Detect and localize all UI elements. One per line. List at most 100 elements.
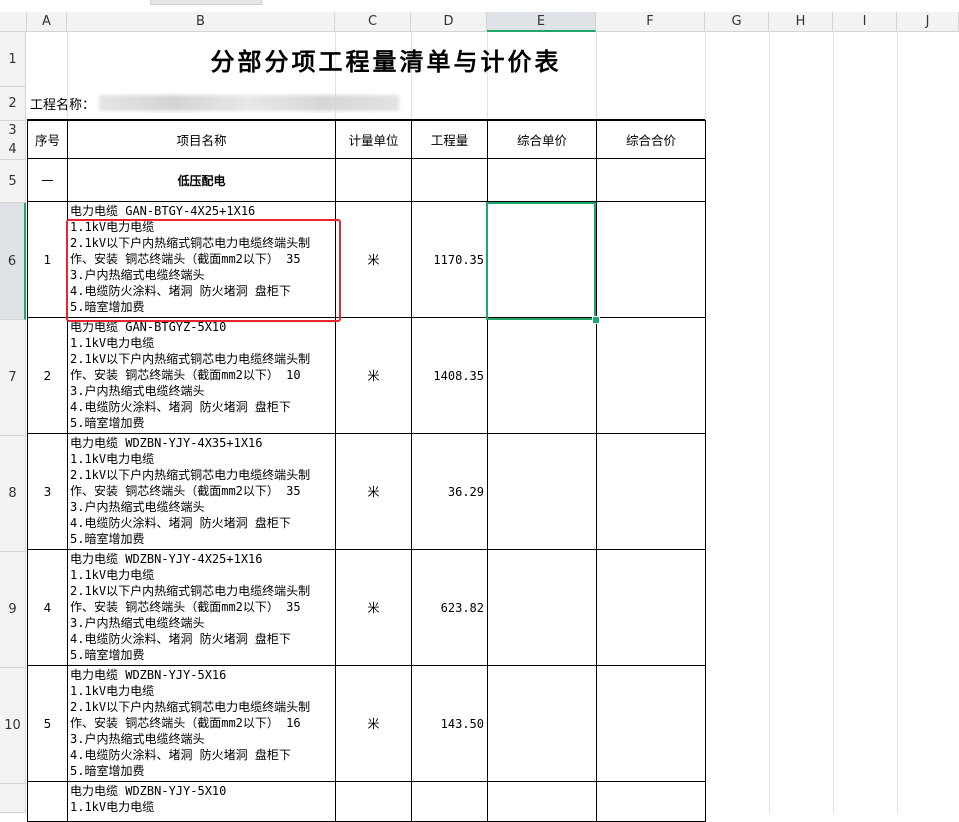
row-header-1[interactable]: 1 — [0, 32, 26, 87]
column-header-i[interactable]: I — [833, 12, 897, 32]
redacted-project-name — [99, 95, 400, 111]
item-line: 3.户内热缩式电缆终端头 — [70, 732, 205, 746]
item-line: 电力电缆 WDZBN-YJY-5X10 — [70, 784, 227, 798]
column-header-a[interactable]: A — [27, 12, 67, 32]
item-seq[interactable]: 4 — [27, 549, 68, 666]
item-line: 电力电缆 WDZBN-YJY-5X16 — [70, 668, 227, 682]
column-header-g[interactable]: G — [705, 12, 769, 32]
item-unit[interactable]: 米 — [335, 665, 412, 782]
item-description[interactable]: 电力电缆 WDZBN-YJY-5X10 1.1kV电力电缆 — [67, 781, 336, 822]
header-item-name[interactable]: 项目名称 — [67, 120, 336, 159]
fill-handle[interactable] — [592, 316, 600, 324]
item-line: 5.暗室增加费 — [70, 532, 145, 546]
item-quantity[interactable]: 1170.35 — [411, 201, 488, 318]
item-unit-price-cell[interactable] — [487, 781, 597, 822]
header-seq[interactable]: 序号 — [27, 120, 68, 159]
item-seq[interactable] — [27, 781, 68, 822]
item-unit[interactable] — [335, 781, 412, 822]
row-header-3-4[interactable]: 3 4 — [0, 121, 26, 160]
item-unit-price-cell[interactable] — [487, 433, 597, 550]
row-header-4[interactable]: 4 — [8, 142, 16, 157]
header-quantity[interactable]: 工程量 — [411, 120, 488, 159]
item-total-price-cell[interactable] — [596, 317, 706, 434]
item-quantity[interactable]: 1408.35 — [411, 317, 488, 434]
sheet-tab-fragment[interactable] — [150, 0, 262, 5]
column-header-d[interactable]: D — [411, 12, 487, 32]
item-seq[interactable]: 1 — [27, 201, 68, 318]
item-total-price-cell[interactable] — [596, 549, 706, 666]
row-header-6[interactable]: 6 — [0, 203, 26, 320]
column-header-e[interactable]: E — [487, 12, 596, 32]
row-header-3[interactable]: 3 — [8, 123, 16, 138]
item-seq[interactable]: 2 — [27, 317, 68, 434]
item-line: 4.电缆防火涂料、堵洞 防火堵洞 盘柜下 — [70, 748, 291, 762]
item-line: 5.暗室增加费 — [70, 648, 145, 662]
item-line: 1.1kV电力电缆 — [70, 336, 155, 350]
item-line: 2.1kV以下户内热缩式铜芯电力电缆终端头制 — [70, 700, 311, 714]
item-line: 作、安装 铜芯终端头（截面mm2以下） 35 — [70, 600, 301, 614]
row-header-7[interactable]: 7 — [0, 320, 26, 436]
window-top-strip — [0, 0, 959, 12]
item-line: 5.暗室增加费 — [70, 416, 145, 430]
item-unit[interactable]: 米 — [335, 549, 412, 666]
item-line: 3.户内热缩式电缆终端头 — [70, 616, 205, 630]
item-line: 4.电缆防火涂料、堵洞 防火堵洞 盘柜下 — [70, 632, 291, 646]
item-unit[interactable]: 米 — [335, 433, 412, 550]
item-quantity[interactable] — [411, 781, 488, 822]
empty-cell[interactable] — [596, 158, 706, 202]
select-all-corner[interactable] — [0, 12, 27, 32]
row-header-5[interactable]: 5 — [0, 160, 26, 203]
item-quantity[interactable]: 623.82 — [411, 549, 488, 666]
item-line: 3.户内热缩式电缆终端头 — [70, 384, 205, 398]
item-line: 2.1kV以下户内热缩式铜芯电力电缆终端头制 — [70, 352, 311, 366]
row-header-11[interactable] — [0, 784, 26, 813]
empty-cell[interactable] — [487, 87, 705, 120]
row-header-9[interactable]: 9 — [0, 552, 26, 668]
section-name[interactable]: 低压配电 — [67, 158, 336, 202]
column-header-h[interactable]: H — [769, 12, 833, 32]
header-unit-price[interactable]: 综合单价 — [487, 120, 597, 159]
active-cell-selection[interactable] — [486, 202, 596, 320]
item-seq[interactable]: 3 — [27, 433, 68, 550]
row-header-10[interactable]: 10 — [0, 668, 26, 784]
table-row: 4 电力电缆 WDZBN-YJY-4X25+1X16 1.1kV电力电缆 2.1… — [27, 549, 706, 666]
section-seq[interactable]: 一 — [27, 158, 68, 202]
empty-cell[interactable] — [487, 158, 597, 202]
item-unit-price-cell[interactable] — [487, 665, 597, 782]
item-unit[interactable]: 米 — [335, 201, 412, 318]
column-header-c[interactable]: C — [335, 12, 411, 32]
item-line: 作、安装 铜芯终端头（截面mm2以下） 16 — [70, 716, 301, 730]
sheet-title[interactable]: 分部分项工程量清单与计价表 — [67, 32, 705, 87]
item-unit-price-cell[interactable] — [487, 317, 597, 434]
item-line: 2.1kV以下户内热缩式铜芯电力电缆终端头制 — [70, 584, 311, 598]
item-line: 2.1kV以下户内热缩式铜芯电力电缆终端头制 — [70, 468, 311, 482]
item-description[interactable]: 电力电缆 WDZBN-YJY-5X16 1.1kV电力电缆 2.1kV以下户内热… — [67, 665, 336, 782]
item-unit[interactable]: 米 — [335, 317, 412, 434]
table-row: 5 电力电缆 WDZBN-YJY-5X16 1.1kV电力电缆 2.1kV以下户… — [27, 665, 706, 782]
row-header-8[interactable]: 8 — [0, 436, 26, 552]
item-total-price-cell[interactable] — [596, 433, 706, 550]
item-description[interactable]: 电力电缆 GAN-BTGYZ-5X10 1.1kV电力电缆 2.1kV以下户内热… — [67, 317, 336, 434]
item-description[interactable]: 电力电缆 WDZBN-YJY-4X25+1X16 1.1kV电力电缆 2.1kV… — [67, 549, 336, 666]
table-row: 电力电缆 WDZBN-YJY-5X10 1.1kV电力电缆 — [27, 781, 706, 822]
table-row: 2 电力电缆 GAN-BTGYZ-5X10 1.1kV电力电缆 2.1kV以下户… — [27, 317, 706, 434]
item-quantity[interactable]: 143.50 — [411, 665, 488, 782]
column-header-j[interactable]: J — [897, 12, 959, 32]
row-header-2[interactable]: 2 — [0, 87, 26, 121]
project-name-row[interactable]: 工程名称： — [27, 87, 487, 120]
header-total-price[interactable]: 综合合价 — [596, 120, 706, 159]
empty-cell[interactable] — [335, 158, 412, 202]
column-header-f[interactable]: F — [596, 12, 705, 32]
column-header-b[interactable]: B — [67, 12, 335, 32]
empty-cell[interactable] — [411, 158, 488, 202]
item-description[interactable]: 电力电缆 WDZBN-YJY-4X35+1X16 1.1kV电力电缆 2.1kV… — [67, 433, 336, 550]
project-name-label: 工程名称： — [30, 97, 96, 113]
item-seq[interactable]: 5 — [27, 665, 68, 782]
item-total-price-cell[interactable] — [596, 781, 706, 822]
item-quantity[interactable]: 36.29 — [411, 433, 488, 550]
item-total-price-cell[interactable] — [596, 665, 706, 782]
item-unit-price-cell[interactable] — [487, 549, 597, 666]
item-line: 1.1kV电力电缆 — [70, 568, 155, 582]
header-unit[interactable]: 计量单位 — [335, 120, 412, 159]
item-total-price-cell[interactable] — [596, 201, 706, 318]
